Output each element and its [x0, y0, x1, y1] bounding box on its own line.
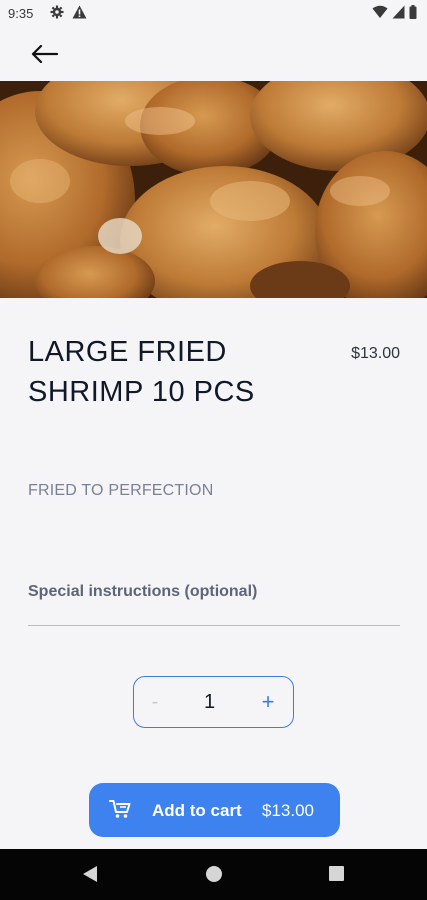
special-instructions [28, 583, 400, 626]
item-title: LARGE FRIED SHRIMP 10 PCS [28, 336, 255, 408]
item-description: FRIED TO PERFECTION [28, 482, 214, 499]
cart-total: $13.00 [262, 801, 314, 820]
arrow-left-icon [31, 44, 58, 64]
add-to-cart-label: Add to cart [152, 801, 242, 820]
top-bar [0, 28, 427, 82]
battery-icon [409, 5, 417, 19]
special-instructions-input[interactable] [28, 583, 400, 601]
alert-icon [72, 5, 87, 19]
decrease-quantity-button[interactable]: - [134, 691, 176, 714]
back-triangle-icon[interactable] [82, 865, 98, 883]
status-left-icons [50, 5, 87, 19]
quantity-stepper: - 1 + [133, 676, 294, 728]
status-right-icons [372, 5, 417, 19]
fried-shrimp-photo [0, 81, 427, 298]
back-button[interactable] [22, 36, 66, 72]
signal-icon [392, 5, 405, 19]
item-price: $13.00 [351, 345, 400, 362]
hero-image [0, 81, 427, 298]
gear-icon [50, 5, 64, 19]
home-circle-icon[interactable] [206, 866, 222, 882]
cart-icon [109, 800, 131, 818]
quantity-value: 1 [203, 690, 216, 713]
system-nav-bar [0, 849, 427, 900]
status-bar: 9:35 [0, 0, 427, 28]
add-to-cart-button[interactable]: Add to cart $13.00 [89, 783, 340, 837]
recents-square-icon[interactable] [329, 866, 344, 881]
wifi-icon [372, 5, 388, 18]
increase-quantity-button[interactable]: + [243, 689, 293, 715]
status-time: 9:35 [8, 6, 34, 21]
